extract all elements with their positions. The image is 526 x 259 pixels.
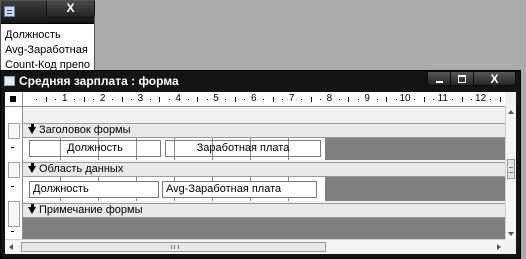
ruler-number: 12 <box>475 93 487 104</box>
ruler-tick <box>376 99 378 100</box>
field-list-icon <box>4 6 15 17</box>
ruler-tick <box>149 99 151 100</box>
header-label-position[interactable]: Должность <box>29 140 161 157</box>
form-icon <box>4 76 15 86</box>
size-grip <box>505 239 516 254</box>
ruler-tick <box>348 97 350 102</box>
ruler-tick <box>197 97 199 102</box>
ruler-tick <box>168 99 170 100</box>
scroll-down-icon[interactable] <box>508 232 514 236</box>
ruler-tick <box>395 99 397 100</box>
footer-section-selector[interactable] <box>8 201 20 227</box>
ruler-tick <box>45 97 47 102</box>
scroll-grip-icon <box>171 245 179 249</box>
ruler-tick <box>338 99 340 100</box>
ruler-number: 10 <box>399 93 411 104</box>
ruler-tick <box>319 99 321 100</box>
ruler-tick <box>55 99 57 100</box>
ruler-number: 2 <box>99 93 106 104</box>
field-list-close-button[interactable]: X <box>46 1 95 18</box>
section-arrow-icon <box>28 163 36 173</box>
scroll-up-icon[interactable] <box>508 110 514 114</box>
field-list-item-position[interactable]: Должность <box>5 28 90 43</box>
ruler-tick <box>461 97 463 102</box>
scroll-right-icon[interactable] <box>497 244 501 250</box>
ruler-tick <box>83 97 85 102</box>
horizontal-scroll-thumb[interactable] <box>21 242 326 252</box>
ruler-tick <box>499 97 501 102</box>
form-footer-band[interactable]: Примечание формы <box>23 203 505 218</box>
ruler-tick <box>423 97 425 102</box>
ruler-tick <box>74 99 76 100</box>
vertical-ruler[interactable] <box>5 107 23 239</box>
ruler-tick <box>187 99 189 100</box>
detail-section: Должность Avg-Заработная плата <box>23 177 505 201</box>
form-selector[interactable] <box>5 92 23 107</box>
form-design-window: Средняя зарплата : форма X 1 2 3 4 5 6 7 8 9 10 11… <box>0 70 521 259</box>
form-header-label: Заголовок формы <box>39 124 131 136</box>
ruler-mark <box>11 186 14 187</box>
header-label-salary[interactable]: Заработная плата <box>165 140 321 157</box>
ruler-tick <box>234 97 236 102</box>
detail-band[interactable]: Область данных <box>23 162 505 177</box>
form-header-band[interactable]: Заголовок формы <box>23 123 505 138</box>
window-title: Средняя зарплата : форма <box>19 74 179 88</box>
scroll-left-icon[interactable] <box>9 244 13 250</box>
vertical-scroll-thumb[interactable] <box>507 159 515 179</box>
ruler-tick <box>263 99 265 100</box>
ruler-number: 4 <box>175 93 181 104</box>
header-section-selector[interactable] <box>8 123 20 139</box>
ruler-number: 9 <box>364 93 370 104</box>
ruler-tick <box>490 99 492 100</box>
ruler-tick <box>357 99 359 100</box>
ruler-tick <box>272 97 274 102</box>
detail-field-avg-salary[interactable]: Avg-Заработная плата <box>162 181 317 198</box>
form-footer-label: Примечание формы <box>39 204 143 216</box>
field-list-item-avg-salary[interactable]: Avg-Заработная <box>5 43 90 58</box>
ruler-number: 6 <box>251 93 257 104</box>
ruler-tick <box>414 99 416 100</box>
ruler-tick <box>386 97 388 102</box>
ruler-tick <box>301 99 303 100</box>
maximize-button[interactable] <box>450 71 474 86</box>
ruler-tick <box>206 99 208 100</box>
ruler-tick <box>36 99 38 100</box>
ruler-tick <box>310 97 312 102</box>
detail-label: Область данных <box>39 163 124 175</box>
detail-section-selector[interactable] <box>8 162 20 178</box>
ruler-number: 1 <box>62 93 68 104</box>
form-header-section: Должность Заработная плата <box>23 138 505 160</box>
ruler-tick <box>159 97 161 102</box>
section-arrow-icon <box>28 204 36 214</box>
ruler-tick <box>93 99 95 100</box>
horizontal-ruler[interactable]: 1 2 3 4 5 6 7 8 9 10 11 12 <box>23 92 505 107</box>
ruler-mark <box>11 231 14 232</box>
detail-field-position[interactable]: Должность <box>29 181 159 198</box>
close-button[interactable]: X <box>473 71 516 86</box>
field-list: Должность Avg-Заработная Count-Код препо <box>5 28 90 73</box>
ruler-number: 3 <box>137 93 144 104</box>
vertical-scrollbar[interactable] <box>505 107 516 239</box>
ruler-tick <box>471 99 473 100</box>
ruler-tick <box>282 99 284 100</box>
form-footer-section <box>23 218 505 239</box>
ruler-number: 5 <box>213 93 219 104</box>
ruler-number: 7 <box>288 93 295 104</box>
minimize-button[interactable] <box>427 71 451 86</box>
section-arrow-icon <box>28 124 36 134</box>
ruler-number: 8 <box>326 93 333 104</box>
form-design-surface: 1 2 3 4 5 6 7 8 9 10 11 12 Заголовок формы Должност… <box>5 92 516 254</box>
horizontal-scrollbar[interactable] <box>5 239 505 254</box>
ruler-tick <box>121 97 123 102</box>
ruler-tick <box>452 99 454 100</box>
field-list-titlebar[interactable]: X <box>1 1 95 24</box>
ruler-tick <box>244 99 246 100</box>
ruler-tick <box>130 99 132 100</box>
ruler-tick <box>225 99 227 100</box>
field-list-window: X Должность Avg-Заработная Count-Код пре… <box>0 0 95 74</box>
ruler-mark <box>11 147 14 148</box>
ruler-tick <box>112 99 114 100</box>
ruler-number: 11 <box>437 93 448 104</box>
ruler-tick <box>433 99 435 100</box>
